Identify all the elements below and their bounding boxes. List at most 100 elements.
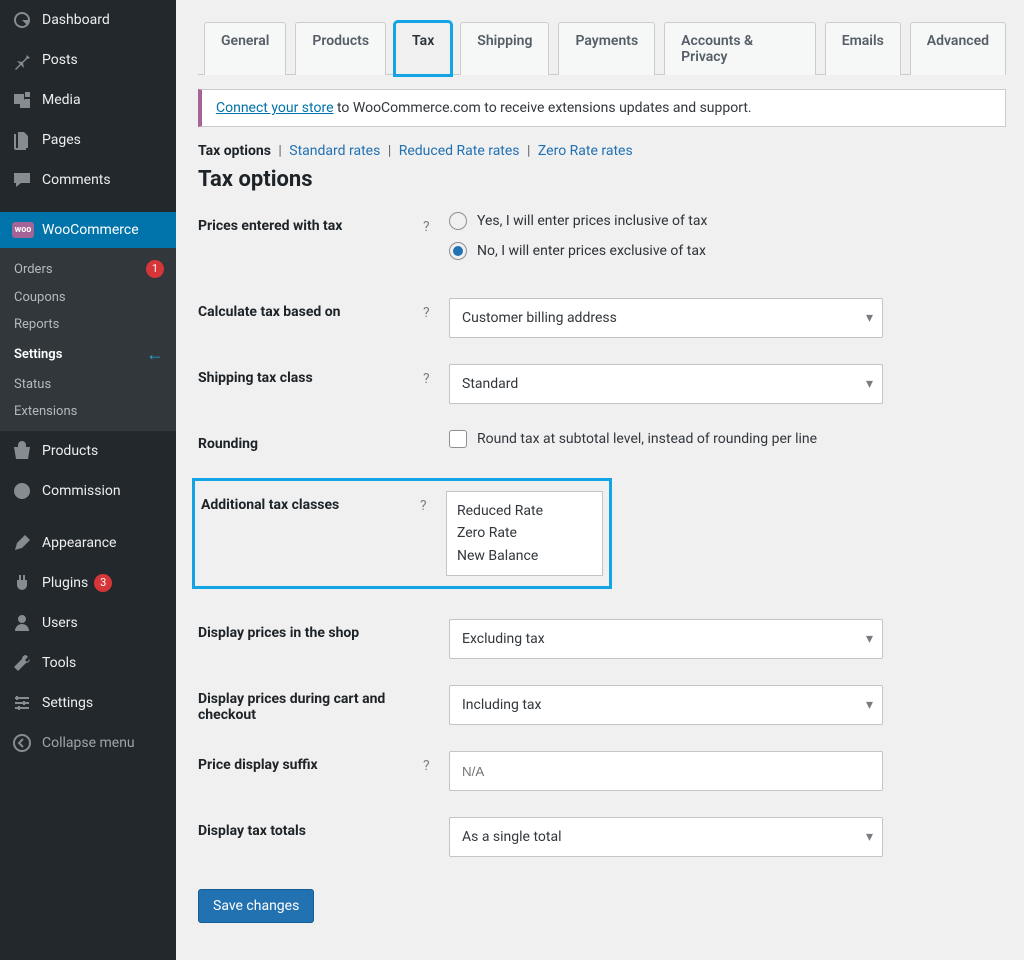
select-shipping-class[interactable]: Standard ▾: [449, 364, 883, 404]
submenu-orders[interactable]: Orders 1: [0, 254, 176, 284]
chevron-down-icon: ▾: [866, 376, 873, 392]
sidebar-label: WooCommerce: [42, 222, 139, 238]
row-rounding: Rounding Round tax at subtotal level, in…: [198, 430, 1006, 452]
subnav-reduced[interactable]: Reduced Rate rates: [399, 143, 520, 159]
sidebar-item-settings[interactable]: Settings: [0, 683, 176, 723]
radio-inclusive[interactable]: Yes, I will enter prices inclusive of ta…: [449, 212, 1006, 230]
subnav-zero[interactable]: Zero Rate rates: [538, 143, 633, 159]
products-icon: [12, 441, 32, 461]
sidebar-item-posts[interactable]: Posts: [0, 40, 176, 80]
sidebar-label: Comments: [42, 172, 111, 188]
help-icon[interactable]: ?: [423, 751, 449, 774]
submenu-label: Orders: [14, 262, 53, 277]
label-display-shop: Display prices in the shop: [198, 619, 423, 641]
label-display-cart: Display prices during cart and checkout: [198, 685, 423, 723]
label-additional-classes: Additional tax classes: [195, 491, 420, 576]
media-icon: [12, 90, 32, 110]
settings-icon: [12, 693, 32, 713]
sidebar-item-plugins[interactable]: Plugins 3: [0, 563, 176, 603]
submenu-coupons[interactable]: Coupons: [0, 284, 176, 311]
tab-products[interactable]: Products: [295, 22, 386, 75]
select-display-shop[interactable]: Excluding tax ▾: [449, 619, 883, 659]
rounding-checkbox[interactable]: [449, 430, 467, 448]
price-suffix-input[interactable]: [449, 751, 883, 791]
tools-icon: [12, 653, 32, 673]
sidebar-item-users[interactable]: Users: [0, 603, 176, 643]
help-icon[interactable]: ?: [423, 298, 449, 321]
dashboard-icon: [12, 10, 32, 30]
radio-label: Yes, I will enter prices inclusive of ta…: [477, 213, 707, 229]
admin-sidebar: Dashboard Posts Media Pages Comments woo…: [0, 0, 176, 960]
sidebar-label: Appearance: [42, 535, 116, 551]
label-calc-based: Calculate tax based on: [198, 298, 423, 320]
rounding-text: Round tax at subtotal level, instead of …: [477, 431, 817, 447]
sidebar-label: Posts: [42, 52, 78, 68]
select-display-cart[interactable]: Including tax ▾: [449, 685, 883, 725]
additional-classes-textarea[interactable]: Reduced Rate Zero Rate New Balance: [446, 491, 603, 576]
submenu-status[interactable]: Status: [0, 371, 176, 398]
save-changes-button[interactable]: Save changes: [198, 889, 314, 923]
select-value: As a single total: [462, 829, 561, 845]
help-icon[interactable]: ?: [423, 364, 449, 387]
sidebar-item-appearance[interactable]: Appearance: [0, 523, 176, 563]
sidebar-item-products[interactable]: Products: [0, 431, 176, 471]
submenu-extensions[interactable]: Extensions: [0, 398, 176, 425]
submenu-reports[interactable]: Reports: [0, 311, 176, 338]
label-display-totals: Display tax totals: [198, 817, 423, 839]
tab-general[interactable]: General: [204, 22, 286, 75]
sidebar-label: Settings: [42, 695, 93, 711]
tab-accounts[interactable]: Accounts & Privacy: [664, 22, 816, 75]
sidebar-label: Tools: [42, 655, 76, 671]
pin-icon: [12, 50, 32, 70]
subnav-standard[interactable]: Standard rates: [289, 143, 380, 159]
commission-icon: [12, 481, 32, 501]
sidebar-item-media[interactable]: Media: [0, 80, 176, 120]
sidebar-item-collapse[interactable]: Collapse menu: [0, 723, 176, 763]
highlight-box: Additional tax classes ? Reduced Rate Ze…: [192, 478, 612, 589]
help-icon[interactable]: ?: [423, 212, 449, 235]
main-content: General Products Tax Shipping Payments A…: [176, 0, 1024, 960]
woocommerce-submenu: Orders 1 Coupons Reports Settings ← Stat…: [0, 248, 176, 431]
sidebar-label: Products: [42, 443, 98, 459]
row-calc-based: Calculate tax based on ? Customer billin…: [198, 298, 1006, 338]
sidebar-item-dashboard[interactable]: Dashboard: [0, 0, 176, 40]
radio-exclusive[interactable]: No, I will enter prices exclusive of tax: [449, 242, 1006, 260]
row-prices-entered: Prices entered with tax ? Yes, I will en…: [198, 212, 1006, 272]
label-rounding: Rounding: [198, 430, 423, 452]
sidebar-item-comments[interactable]: Comments: [0, 160, 176, 200]
tax-subnav: Tax options | Standard rates | Reduced R…: [198, 143, 1006, 159]
connect-store-notice: Connect your store to WooCommerce.com to…: [198, 89, 1006, 127]
chevron-down-icon: ▾: [866, 310, 873, 326]
sidebar-item-tools[interactable]: Tools: [0, 643, 176, 683]
help-icon[interactable]: ?: [420, 491, 446, 576]
sidebar-item-commission[interactable]: Commission: [0, 471, 176, 511]
settings-tabs: General Products Tax Shipping Payments A…: [198, 22, 1006, 75]
label-shipping-class: Shipping tax class: [198, 364, 423, 386]
pages-icon: [12, 130, 32, 150]
sidebar-item-woocommerce[interactable]: woo WooCommerce: [0, 212, 176, 248]
plugins-icon: [12, 573, 32, 593]
users-icon: [12, 613, 32, 633]
collapse-icon: [12, 733, 32, 753]
chevron-down-icon: ▾: [866, 829, 873, 845]
tab-tax[interactable]: Tax: [395, 22, 451, 75]
sidebar-item-pages[interactable]: Pages: [0, 120, 176, 160]
label-prices-entered: Prices entered with tax: [198, 212, 423, 234]
tab-payments[interactable]: Payments: [558, 22, 655, 75]
tab-shipping[interactable]: Shipping: [460, 22, 549, 75]
tab-emails[interactable]: Emails: [825, 22, 901, 75]
row-shipping-class: Shipping tax class ? Standard ▾: [198, 364, 1006, 404]
select-calc-based[interactable]: Customer billing address ▾: [449, 298, 883, 338]
radio-label: No, I will enter prices exclusive of tax: [477, 243, 706, 259]
tab-advanced[interactable]: Advanced: [910, 22, 1006, 75]
row-price-suffix: Price display suffix ?: [198, 751, 1006, 791]
connect-store-link[interactable]: Connect your store: [216, 100, 334, 116]
submenu-settings[interactable]: Settings ←: [0, 338, 176, 371]
pointer-arrow-icon: ←: [146, 344, 164, 365]
row-display-cart: Display prices during cart and checkout …: [198, 685, 1006, 725]
select-display-totals[interactable]: As a single total ▾: [449, 817, 883, 857]
select-value: Including tax: [462, 697, 542, 713]
radio-icon: [449, 212, 467, 230]
chevron-down-icon: ▾: [866, 697, 873, 713]
subnav-current[interactable]: Tax options: [198, 143, 271, 159]
